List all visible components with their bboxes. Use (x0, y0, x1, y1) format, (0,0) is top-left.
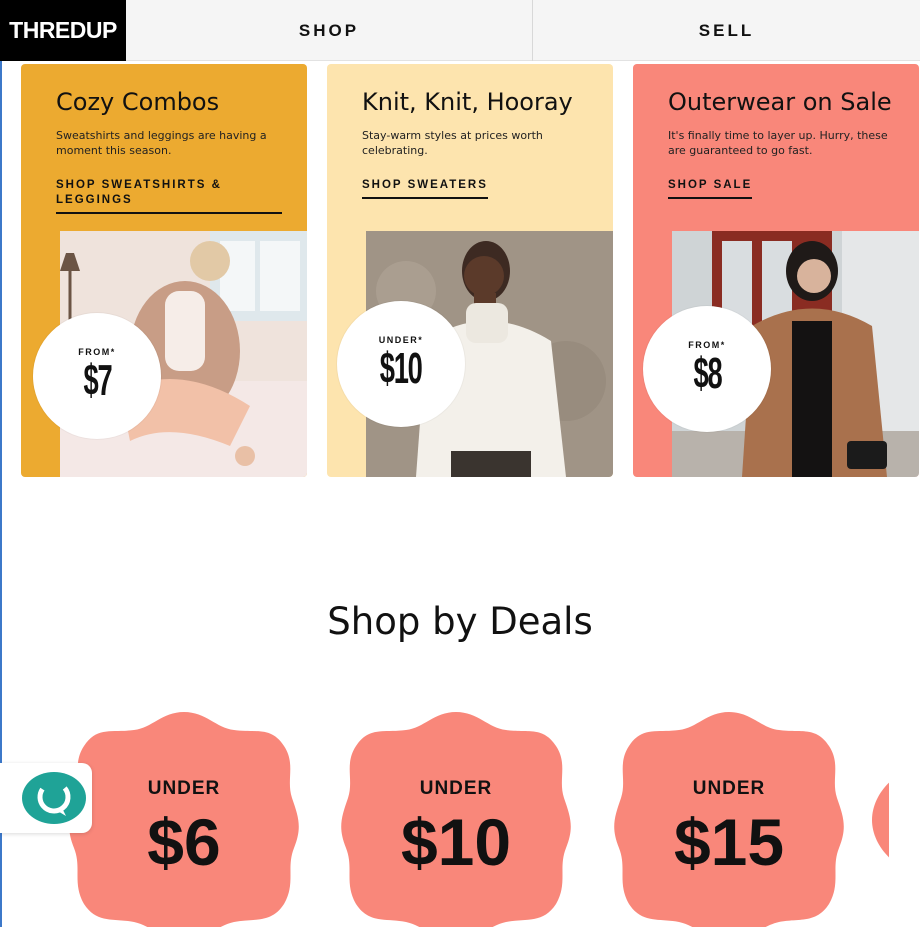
deal-under-15[interactable]: UNDER $15 (611, 708, 847, 927)
promo-card-outerwear-on-sale[interactable]: Outerwear on Sale It's finally time to l… (633, 64, 919, 477)
deal-label: UNDER (692, 778, 766, 799)
thredup-logo[interactable]: THREDUP (0, 0, 126, 61)
nav-sell-tab[interactable]: SELL (532, 0, 920, 61)
price-badge: FROM* $8 (643, 306, 771, 432)
card-title: Cozy Combos (56, 88, 220, 116)
card-description: Sweatshirts and leggings are having a mo… (56, 129, 267, 157)
price-badge-value: $8 (693, 349, 722, 398)
deal-amount: $15 (673, 805, 785, 879)
price-badge: FROM* $7 (33, 313, 161, 439)
card-title: Outerwear on Sale (668, 88, 892, 116)
chat-support-icon[interactable] (22, 772, 87, 824)
card-description: Stay-warm styles at prices worth celebra… (362, 129, 543, 157)
deal-amount: $6 (147, 805, 221, 879)
shop-sale-link[interactable]: SHOP SALE (668, 178, 753, 199)
shop-sweaters-link[interactable]: SHOP SWEATERS (362, 178, 488, 199)
promo-card-cozy-combos[interactable]: Cozy Combos Sweatshirts and leggings are… (21, 64, 307, 477)
deal-label: UNDER (419, 778, 493, 799)
price-badge-value: $7 (83, 356, 112, 405)
promo-card-knit-knit-hooray[interactable]: Knit, Knit, Hooray Stay-warm styles at p… (327, 64, 613, 477)
card-title: Knit, Knit, Hooray (362, 88, 573, 116)
deal-under-6[interactable]: UNDER $6 (66, 708, 302, 927)
nav-shop-tab[interactable]: SHOP (126, 0, 532, 61)
shop-sweatshirts-link[interactable]: SHOP SWEATSHIRTS & LEGGINGS (56, 178, 282, 214)
price-badge: UNDER* $10 (337, 301, 465, 427)
next-deal-peek[interactable] (872, 780, 889, 860)
shop-by-deals-heading: Shop by Deals (327, 600, 593, 643)
scalloped-badge-shape (872, 782, 889, 858)
top-navigation: THREDUP SHOP SELL (0, 0, 920, 61)
deal-label: UNDER (147, 778, 221, 799)
price-badge-value: $10 (380, 344, 423, 393)
card-description: It's finally time to layer up. Hurry, th… (668, 129, 888, 157)
deal-amount: $10 (400, 805, 512, 879)
deal-under-10[interactable]: UNDER $10 (338, 708, 574, 927)
